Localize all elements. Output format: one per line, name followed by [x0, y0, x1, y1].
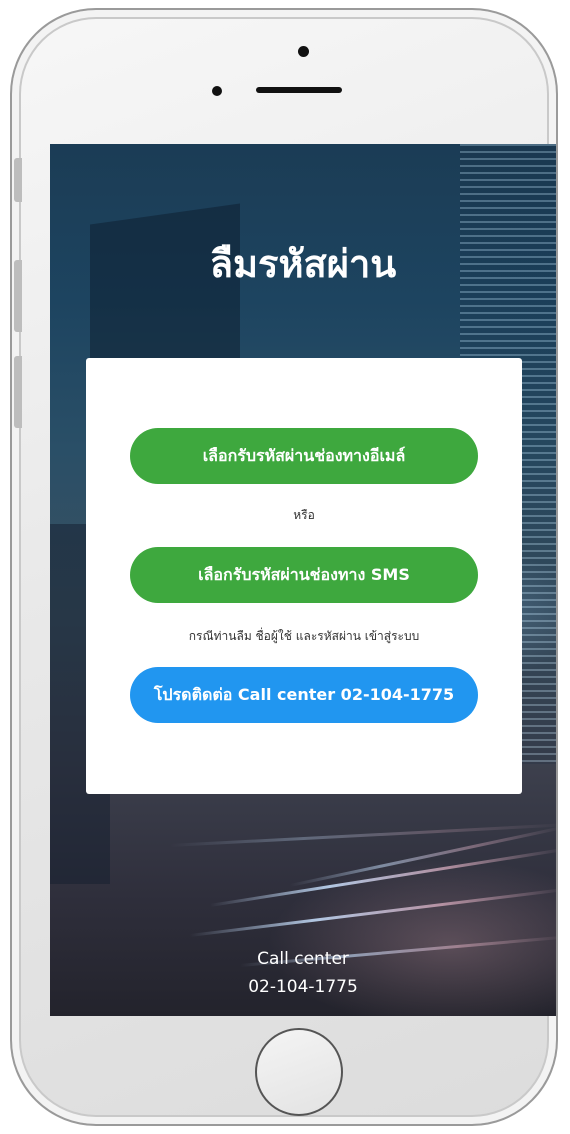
front-camera-icon — [298, 46, 309, 57]
volume-down-button — [14, 356, 22, 428]
proximity-sensor-icon — [212, 86, 222, 96]
footer-call-center-phone: 02-104-1775 — [248, 977, 358, 997]
footer-call-center-label: Call center — [257, 949, 349, 969]
or-separator-text: หรือ — [293, 508, 315, 522]
phone-frame: ลืมรหัสผ่าน เลือกรับรหัสผ่านช่องทางอีเมล… — [10, 8, 558, 1126]
sms-recovery-button[interactable]: เลือกรับรหัสผ่านช่องทาง SMS — [130, 547, 478, 603]
forgot-username-note: กรณีท่านลืม ชื่อผู้ใช้ และรหัสผ่าน เข้าส… — [188, 629, 420, 643]
call-center-button[interactable]: โปรดติดต่อ Call center 02-104-1775 — [130, 667, 478, 723]
volume-up-button — [14, 260, 22, 332]
forgot-password-card: เลือกรับรหัสผ่านช่องทางอีเมล์ หรือ เลือก… — [86, 358, 522, 794]
home-button[interactable] — [255, 1028, 343, 1116]
background-light-trail — [189, 887, 556, 937]
email-recovery-button[interactable]: เลือกรับรหัสผ่านช่องทางอีเมล์ — [130, 428, 478, 484]
background-light-trail — [169, 823, 556, 847]
app-screen: ลืมรหัสผ่าน เลือกรับรหัสผ่านช่องทางอีเมล… — [50, 144, 556, 1016]
earpiece-speaker-icon — [256, 87, 342, 93]
page-title: ลืมรหัสผ่าน — [209, 242, 397, 286]
mute-switch — [14, 158, 22, 202]
